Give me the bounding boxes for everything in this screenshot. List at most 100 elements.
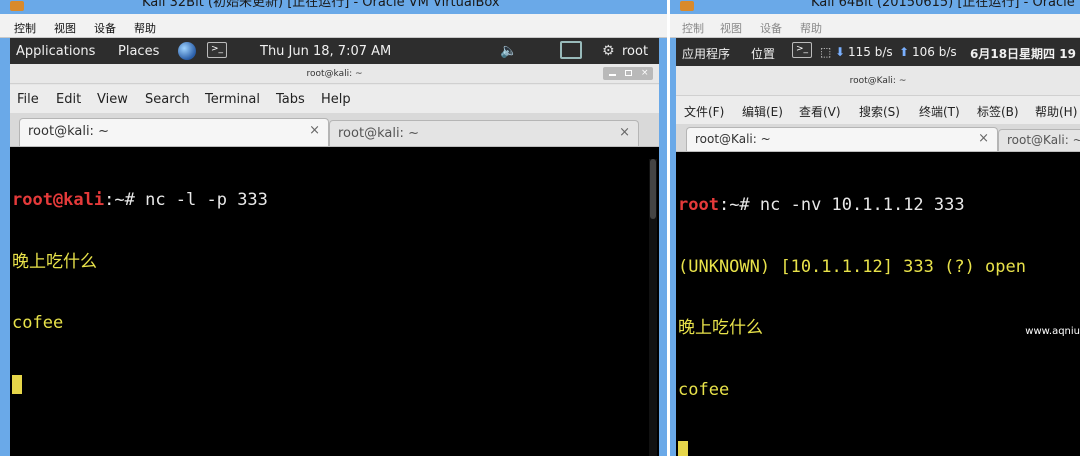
browser-globe-icon[interactable] bbox=[178, 42, 196, 60]
terminal-output[interactable]: root@kali:~# nc -l -p 333 晚上吃什么 cofee bbox=[10, 147, 659, 456]
volume-icon[interactable]: 🔈 bbox=[500, 43, 520, 59]
menu-view[interactable]: 视图 bbox=[54, 20, 76, 36]
command-line: root:~# nc -nv 10.1.1.12 333 bbox=[678, 195, 1078, 216]
tab-close-icon[interactable]: × bbox=[978, 131, 989, 146]
window-title-bar[interactable]: Kali 64Bit (20150615) [正在运行] - Oracle VM… bbox=[670, 0, 1080, 14]
places-menu[interactable]: Places bbox=[118, 44, 159, 59]
menu-devices[interactable]: 设备 bbox=[760, 20, 782, 36]
menu-terminal[interactable]: 终端(T) bbox=[919, 103, 960, 120]
tab-label: root@kali: ~ bbox=[28, 124, 109, 139]
tab-label: root@Kali: ~ bbox=[1007, 133, 1080, 147]
net-down-speed: 115 b/s bbox=[848, 45, 893, 59]
terminal-menubar: 文件(F) 编辑(E) 查看(V) 搜索(S) 终端(T) 标签(B) 帮助(H… bbox=[676, 96, 1080, 124]
terminal-title: root@kali: ~ bbox=[306, 69, 363, 79]
panel-clock[interactable]: Thu Jun 18, 7:07 AM bbox=[260, 44, 391, 59]
window-controls: × bbox=[603, 67, 653, 80]
text-cursor bbox=[12, 374, 22, 394]
maximize-icon[interactable] bbox=[625, 70, 632, 76]
menu-file[interactable]: File bbox=[17, 92, 39, 107]
command-line: root@kali:~# nc -l -p 333 bbox=[12, 190, 657, 211]
guest-screen: 应用程序 位置 >_ ⬚ ⬇ 115 b/s ⬆ 106 b/s 6月18日星期… bbox=[676, 38, 1080, 456]
virtualbox-window-kali64: Kali 64Bit (20150615) [正在运行] - Oracle VM… bbox=[670, 0, 1080, 456]
applications-menu[interactable]: 应用程序 bbox=[682, 45, 730, 62]
output-line: cofee bbox=[12, 313, 64, 333]
menu-help[interactable]: Help bbox=[321, 92, 351, 107]
panel-user[interactable]: root bbox=[622, 44, 648, 59]
cursor-line bbox=[12, 374, 657, 396]
prompt-user: root bbox=[678, 195, 719, 215]
terminal-window: root@Kali: ~ 文件(F) 编辑(E) 查看(V) 搜索(S) 终端(… bbox=[676, 66, 1080, 456]
watermark: www.aqniu bbox=[1025, 326, 1080, 337]
screenshot-icon[interactable]: ⬚ bbox=[820, 45, 831, 59]
menu-search[interactable]: Search bbox=[145, 92, 190, 107]
prompt-suffix: :~# bbox=[718, 195, 760, 215]
window-title-bar[interactable]: Kali 32Bit (初始未更新) [正在运行] - Oracle VM Vi… bbox=[0, 0, 667, 14]
virtualbox-menubar: 控制 视图 设备 帮助 bbox=[0, 14, 667, 38]
virtualbox-icon bbox=[680, 1, 694, 11]
menu-view[interactable]: 查看(V) bbox=[799, 103, 841, 120]
guest-screen: Applications Places >_ Thu Jun 18, 7:07 … bbox=[10, 38, 659, 456]
terminal-output[interactable]: root:~# nc -nv 10.1.1.12 333 (UNKNOWN) [… bbox=[676, 152, 1080, 456]
menu-control[interactable]: 控制 bbox=[14, 20, 36, 36]
tab-1[interactable]: root@kali: ~ × bbox=[19, 118, 329, 146]
output-line: 晚上吃什么 bbox=[12, 251, 97, 272]
terminal-tabbar: root@Kali: ~ × root@Kali: ~ bbox=[676, 124, 1080, 152]
tab-2[interactable]: root@Kali: ~ bbox=[998, 129, 1080, 151]
terminal-title-bar[interactable]: root@kali: ~ × bbox=[10, 64, 659, 84]
menu-help[interactable]: 帮助 bbox=[800, 20, 822, 36]
output-line: (UNKNOWN) [10.1.1.12] 333 (?) open bbox=[678, 256, 1026, 277]
tab-label: root@kali: ~ bbox=[338, 126, 419, 141]
menu-edit[interactable]: 编辑(E) bbox=[742, 103, 783, 120]
menu-file[interactable]: 文件(F) bbox=[684, 103, 724, 120]
close-icon[interactable]: × bbox=[641, 69, 649, 78]
cursor-line bbox=[678, 441, 1078, 456]
minimize-icon[interactable] bbox=[609, 70, 616, 76]
virtualbox-window-kali32: Kali 32Bit (初始未更新) [正在运行] - Oracle VM Vi… bbox=[0, 0, 667, 456]
window-title: Kali 32Bit (初始未更新) [正在运行] - Oracle VM Vi… bbox=[142, 0, 500, 10]
menu-search[interactable]: 搜索(S) bbox=[859, 103, 900, 120]
prompt-user: root@kali bbox=[12, 190, 105, 210]
menu-control[interactable]: 控制 bbox=[682, 20, 704, 36]
menu-devices[interactable]: 设备 bbox=[94, 20, 116, 36]
terminal-launcher-icon[interactable]: >_ bbox=[792, 42, 812, 58]
applications-menu[interactable]: Applications bbox=[16, 44, 95, 59]
terminal-scrollbar[interactable] bbox=[649, 159, 657, 456]
terminal-launcher-icon[interactable]: >_ bbox=[207, 42, 227, 58]
output-line: 晚上吃什么 bbox=[678, 318, 763, 338]
tab-1[interactable]: root@Kali: ~ × bbox=[686, 127, 998, 151]
terminal-title-bar[interactable]: root@Kali: ~ bbox=[676, 66, 1080, 96]
menu-edit[interactable]: Edit bbox=[56, 92, 81, 107]
menu-view[interactable]: View bbox=[97, 92, 128, 107]
menu-terminal[interactable]: Terminal bbox=[205, 92, 260, 107]
download-arrow-icon: ⬇ bbox=[835, 45, 846, 59]
panel-clock[interactable]: 6月18日星期四 19 bbox=[970, 45, 1076, 62]
tab-close-icon[interactable]: × bbox=[619, 125, 630, 140]
terminal-title: root@Kali: ~ bbox=[849, 76, 907, 86]
places-menu[interactable]: 位置 bbox=[751, 45, 775, 62]
prompt-suffix: :~# bbox=[104, 190, 146, 210]
settings-gear-icon[interactable]: ⚙ bbox=[602, 43, 615, 59]
menu-tabs[interactable]: 标签(B) bbox=[977, 103, 1019, 120]
gnome-top-panel: 应用程序 位置 >_ ⬚ ⬇ 115 b/s ⬆ 106 b/s 6月18日星期… bbox=[676, 38, 1080, 66]
terminal-tabbar: root@kali: ~ × root@kali: ~ × bbox=[10, 113, 659, 147]
command-text: nc -nv 10.1.1.12 333 bbox=[759, 195, 965, 215]
terminal-window: root@kali: ~ × File Edit View Search Ter… bbox=[10, 64, 659, 456]
virtualbox-menubar: 控制 视图 设备 帮助 bbox=[670, 14, 1080, 38]
menu-tabs[interactable]: Tabs bbox=[276, 92, 305, 107]
gnome-top-panel: Applications Places >_ Thu Jun 18, 7:07 … bbox=[10, 38, 659, 64]
tab-2[interactable]: root@kali: ~ × bbox=[329, 120, 639, 146]
window-title: Kali 64Bit (20150615) [正在运行] - Oracle VM… bbox=[811, 0, 1080, 10]
menu-help[interactable]: 帮助 bbox=[134, 20, 156, 36]
text-cursor bbox=[678, 441, 688, 456]
tab-label: root@Kali: ~ bbox=[695, 132, 771, 146]
menu-help[interactable]: 帮助(H) bbox=[1035, 103, 1077, 120]
upload-arrow-icon: ⬆ bbox=[899, 45, 910, 59]
net-up-speed: 106 b/s bbox=[912, 45, 957, 59]
command-text: nc -l -p 333 bbox=[145, 190, 268, 210]
tab-close-icon[interactable]: × bbox=[309, 123, 320, 138]
network-icon[interactable] bbox=[560, 41, 582, 59]
output-line: cofee bbox=[678, 379, 730, 400]
virtualbox-icon bbox=[10, 1, 24, 11]
menu-view[interactable]: 视图 bbox=[720, 20, 742, 36]
terminal-menubar: File Edit View Search Terminal Tabs Help bbox=[10, 85, 659, 113]
